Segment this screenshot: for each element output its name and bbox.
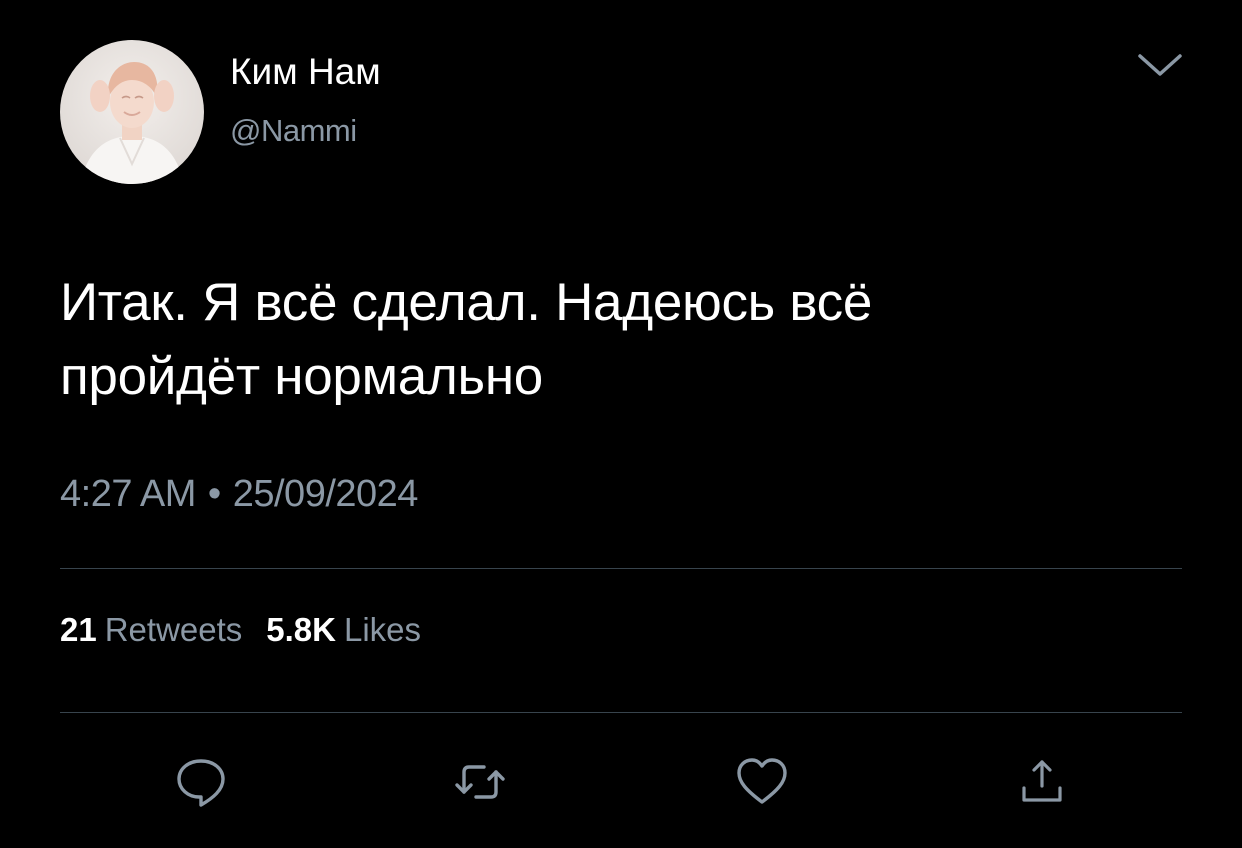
engagement-stats: 21 Retweets 5.8K Likes <box>60 609 421 651</box>
tweet-text-line: Итак. Я всё сделал. Надеюсь всё <box>60 273 873 332</box>
reply-icon <box>177 759 225 807</box>
retweet-icon <box>455 765 505 799</box>
retweets-stat[interactable]: 21 Retweets <box>60 609 242 651</box>
share-icon <box>1022 760 1062 802</box>
timestamp-date: 25/09/2024 <box>232 473 419 515</box>
divider <box>60 568 1182 569</box>
heart-icon <box>737 758 787 804</box>
share-button[interactable] <box>1012 752 1072 812</box>
retweets-label: Retweets <box>104 611 243 648</box>
retweets-count: 21 <box>60 611 97 648</box>
like-button[interactable] <box>732 752 792 812</box>
display-name[interactable]: Ким Нам <box>230 50 381 94</box>
timestamp[interactable]: 4:27 AM • 25/09/2024 <box>60 471 418 517</box>
user-handle[interactable]: @Nammi <box>230 112 357 150</box>
likes-label: Likes <box>344 611 422 648</box>
reply-button[interactable] <box>171 752 231 812</box>
timestamp-time: 4:27 AM <box>60 473 196 515</box>
tweet-text: Итак. Я всё сделал. Надеюсь всё пройдёт … <box>60 266 1160 414</box>
timestamp-separator: • <box>207 473 221 515</box>
chevron-down-icon[interactable] <box>1136 50 1184 80</box>
retweet-button[interactable] <box>450 752 510 812</box>
tweet-card: Ким Нам @Nammi Итак. Я всё сделал. Надею… <box>0 0 1242 848</box>
avatar[interactable] <box>60 40 204 184</box>
likes-stat[interactable]: 5.8K Likes <box>266 609 421 651</box>
divider <box>60 712 1182 713</box>
tweet-text-line: пройдёт нормально <box>60 347 543 406</box>
avatar-photo <box>60 40 204 184</box>
likes-count: 5.8K <box>266 611 336 648</box>
